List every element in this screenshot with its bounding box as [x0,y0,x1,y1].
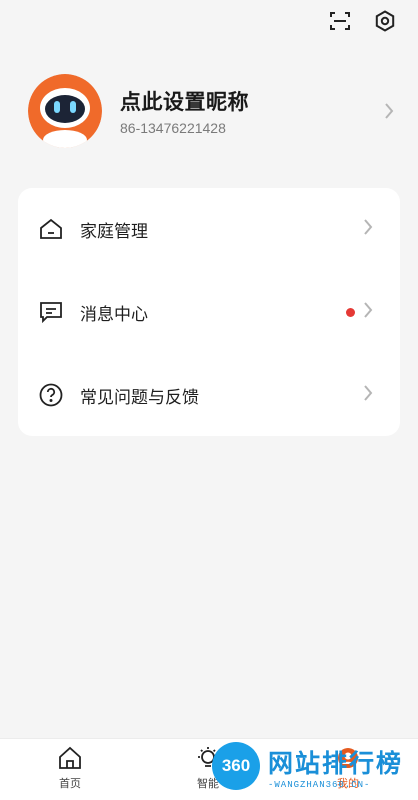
tab-label: 首页 [59,777,81,790]
top-bar [0,0,418,44]
menu-item-message-center[interactable]: 消息中心 [18,271,400,353]
menu-card: 家庭管理 消息中心 常见问题与反馈 [18,188,400,436]
avatar[interactable] [28,74,102,148]
profile-header[interactable]: 点此设置昵称 86-13476221428 [24,72,394,152]
home-outline-icon [38,216,64,242]
menu-item-faq-feedback[interactable]: 常见问题与反馈 [18,354,400,436]
unread-dot [346,307,355,317]
tab-smart[interactable]: 智能 [178,745,238,797]
menu-item-family-management[interactable]: 家庭管理 [18,188,400,270]
message-icon [38,299,64,325]
scan-icon[interactable] [327,8,353,34]
chevron-right-icon [362,217,374,241]
chevron-right-icon [362,300,374,324]
home-icon [59,746,81,769]
menu-item-label: 消息中心 [80,304,148,325]
tab-mine[interactable]: 我的 [318,745,378,797]
menu-item-label: 家庭管理 [80,221,148,242]
phone-number: 86-13476221428 [120,120,226,136]
nickname[interactable]: 点此设置昵称 [120,86,249,116]
bottom-tab-bar: 首页 智能 我的 [0,738,418,800]
user-icon [338,748,358,768]
chevron-right-icon [362,383,374,407]
help-circle-icon [38,382,64,408]
settings-icon[interactable] [372,8,398,34]
chevron-right-icon[interactable] [382,100,396,126]
tab-label: 我的 [337,777,359,790]
menu-item-label: 常见问题与反馈 [80,387,199,408]
tab-home[interactable]: 首页 [40,745,100,797]
bulb-icon [198,747,218,767]
tab-label: 智能 [197,777,219,790]
